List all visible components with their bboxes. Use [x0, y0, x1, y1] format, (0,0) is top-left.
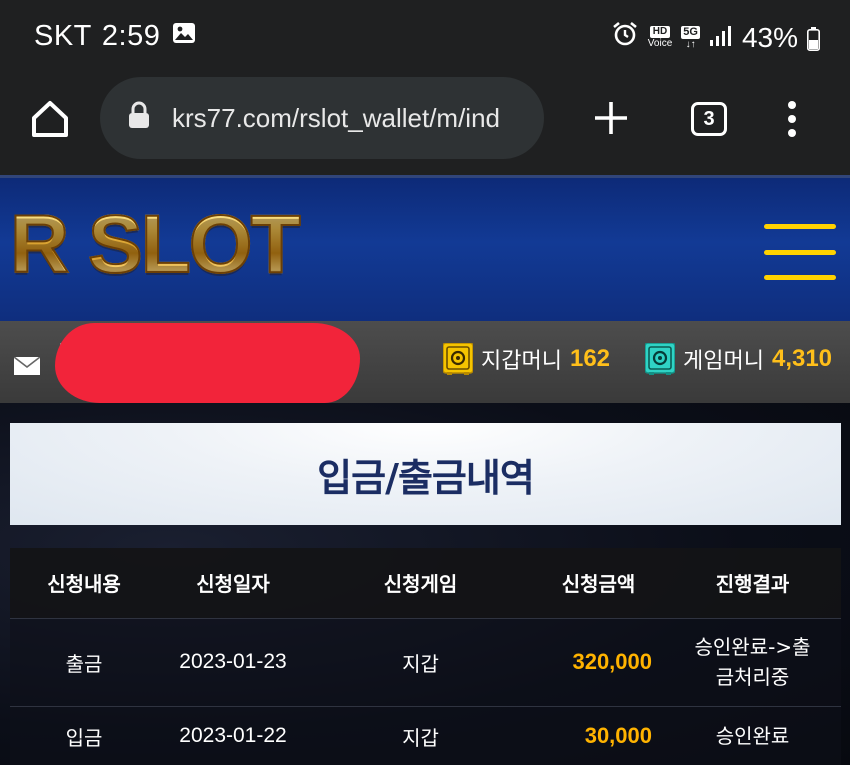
transaction-history-table: 신청내용 신청일자 신청게임 신청금액 진행결과 출금 2023-01-23 지…	[10, 548, 841, 765]
url-text: krs77.com/rslot_wallet/m/ind	[172, 102, 500, 133]
cell-amount: 320,000	[572, 649, 652, 674]
hd-voice-indicator: HD Voice	[648, 26, 672, 49]
site-header: R SLOT	[0, 175, 850, 321]
safe-icon	[442, 342, 474, 375]
user-info-bar: 지갑머니 162 게임머니 4,310	[0, 321, 850, 403]
game-money[interactable]: 게임머니 4,310	[644, 342, 833, 375]
cell-result-line1: 승인완료	[715, 724, 790, 749]
cell-type: 출금	[65, 651, 103, 676]
main-content: 입금/출금내역 신청내용 신청일자 신청게임 신청금액 진행결과 출금 2023…	[0, 403, 850, 765]
site-logo[interactable]: R SLOT	[9, 203, 302, 287]
wallet-money-label: 지갑머니	[481, 349, 562, 374]
header-amount: 신청금액	[561, 572, 636, 597]
home-button[interactable]	[28, 97, 72, 141]
hd-label: HD	[649, 26, 671, 38]
safe-icon	[644, 342, 676, 375]
network-indicator: 5G ↓↑	[681, 25, 700, 50]
table-row: 출금 2023-01-23 지갑 320,000 승인완료->출 금처리중	[10, 618, 841, 706]
tab-count: 3	[703, 107, 715, 130]
clock: 2:59	[101, 20, 161, 52]
address-bar[interactable]: krs77.com/rslot_wallet/m/ind	[100, 77, 544, 159]
game-money-label: 게임머니	[683, 349, 764, 374]
status-left: SKT 2:59	[34, 20, 196, 53]
wallet-money-value: 162	[569, 345, 611, 372]
battery-icon	[807, 26, 820, 51]
cell-game: 지갑	[402, 651, 439, 676]
table-header-row: 신청내용 신청일자 신청게임 신청금액 진행결과	[10, 548, 841, 618]
carrier-label: SKT	[34, 20, 92, 52]
mail-icon[interactable]	[13, 356, 41, 375]
cell-type: 입금	[65, 725, 103, 750]
table-row: 입금 2023-01-22 지갑 30,000 승인완료	[10, 706, 841, 765]
plus-icon	[592, 93, 630, 149]
cell-result: 승인완료	[664, 706, 841, 765]
redacted-username	[55, 323, 360, 403]
home-icon	[28, 101, 72, 145]
status-bar: SKT 2:59 HD Voice 5G ↓↑ 43%	[0, 0, 850, 75]
new-tab-button[interactable]	[592, 99, 630, 139]
cell-date: 2023-01-22	[179, 724, 287, 748]
browser-toolbar: krs77.com/rslot_wallet/m/ind 3	[0, 75, 850, 175]
game-money-value: 4,310	[771, 345, 833, 372]
voice-label: Voice	[647, 38, 673, 49]
cell-result-line1: 승인완료->출	[694, 635, 811, 659]
cell-game: 지갑	[402, 725, 439, 750]
lock-icon	[128, 101, 150, 136]
header-date: 신청일자	[196, 572, 270, 597]
wallet-money[interactable]: 지갑머니 162	[442, 342, 611, 375]
page-title-box: 입금/출금내역	[10, 423, 841, 525]
cell-amount: 30,000	[584, 723, 652, 749]
signal-icon	[709, 22, 733, 54]
alarm-icon	[611, 20, 639, 55]
cell-date: 2023-01-23	[179, 650, 287, 673]
data-arrows-icon: ↓↑	[685, 38, 696, 50]
tab-switcher-button[interactable]: 3	[691, 102, 727, 136]
header-type: 신청내용	[47, 572, 121, 597]
page-title: 입금/출금내역	[317, 455, 535, 500]
header-result: 진행결과	[715, 572, 790, 597]
more-vert-icon[interactable]	[780, 97, 804, 141]
status-right: HD Voice 5G ↓↑ 43%	[611, 20, 820, 55]
header-game: 신청게임	[383, 572, 458, 597]
image-icon	[172, 20, 196, 53]
network-label: 5G	[681, 25, 700, 39]
cell-result: 승인완료->출 금처리중	[664, 618, 841, 706]
hamburger-menu-icon[interactable]	[764, 224, 836, 280]
cell-result-line2: 금처리중	[715, 665, 790, 689]
battery-percent: 43%	[741, 21, 798, 53]
